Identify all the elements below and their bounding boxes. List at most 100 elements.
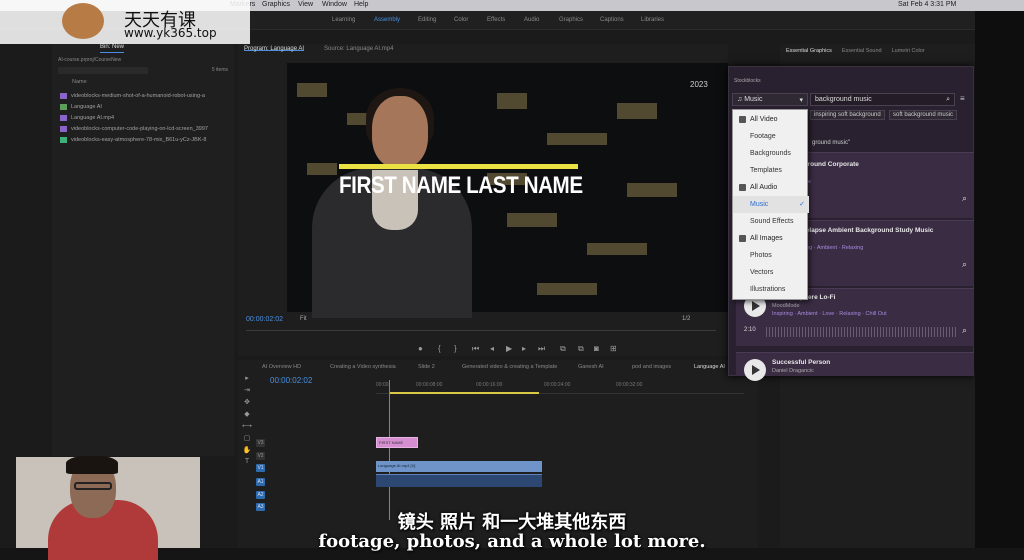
tab-lumetri-color[interactable]: Lumetri Color [892,48,925,54]
program-timecode[interactable]: 00:00:02:02 [246,316,283,323]
timeline-timecode[interactable]: 00:00:02:02 [270,376,312,385]
track-v2: V2 [256,451,374,461]
result-title: Successful Person [772,359,831,366]
track-label[interactable]: V1 [256,464,265,472]
category-select[interactable]: ♫ Music ▾ [732,93,808,106]
tab-sequence-5[interactable]: pod and images [632,364,671,370]
tab-sequence-4[interactable]: Ganesh AI [578,364,604,370]
track-select-icon[interactable]: ⇥ [242,386,252,396]
tab-sequence-overview[interactable]: AI Overview HD [262,364,301,370]
hand-icon[interactable]: ✋ [242,446,252,456]
audio-waveform[interactable] [766,327,956,337]
dropdown-item-sound-effects[interactable]: Sound Effects [733,213,809,230]
extract-icon[interactable]: ⧉ [578,344,584,354]
workspace-graphics[interactable]: Graphics [559,17,583,23]
workspace-effects[interactable]: Effects [487,17,505,23]
step-back-icon[interactable]: ⏮ [472,344,479,354]
file-name: Language AI.mp4 [71,114,115,121]
selection-tool-icon[interactable]: ▸ [242,374,252,384]
tab-source[interactable]: Source: Language AI.mp4 [324,46,393,52]
ripple-edit-icon[interactable]: ✥ [242,398,252,408]
workspace-color[interactable]: Color [454,17,468,23]
tab-sequence-6[interactable]: Language AI [694,364,725,370]
column-name-header[interactable]: Name [72,79,214,85]
export-frame-icon[interactable]: ◙ [594,344,599,353]
slip-icon[interactable]: ⟷ [242,422,252,432]
dropdown-item-label: Vectors [750,269,774,276]
menu-graphics[interactable]: Graphics [262,1,290,8]
tab-sequence-1[interactable]: Creating a Video synthesia [330,364,396,370]
dropdown-item-all-audio[interactable]: All Audio [733,179,809,196]
dropdown-item-vectors[interactable]: Vectors [733,264,809,281]
menu-help[interactable]: Help [354,1,368,8]
track-label[interactable]: V3 [256,439,265,447]
play-icon[interactable]: ▶ [506,344,512,353]
zoom-dropdown[interactable]: 1/2 [682,316,690,322]
work-area-bar[interactable] [389,392,539,394]
dropdown-item-templates[interactable]: Templates [733,162,809,179]
go-to-in-icon[interactable]: } [454,344,457,353]
workspace-captions[interactable]: Captions [600,17,624,23]
lift-icon[interactable]: ⧉ [560,344,566,354]
track-label[interactable]: A1 [256,478,265,486]
find-similar-icon[interactable]: ⌕ [962,259,967,270]
project-file-row[interactable]: Language AI.mp4 [60,112,234,123]
dropdown-item-label: Music [750,201,769,208]
project-file-row[interactable]: videoblocks-medium-shot-of-a-humanoid-ro… [60,90,234,101]
razor-icon[interactable]: ◆ [242,410,252,420]
settings-icon[interactable]: ⊞ [610,344,617,353]
type-tool-icon[interactable]: T [242,458,252,468]
dropdown-item-footage[interactable]: Footage [733,128,809,145]
dropdown-item-photos[interactable]: Photos [733,247,809,264]
find-similar-icon[interactable]: ⌕ [962,325,967,336]
mark-out-icon[interactable]: { [438,344,441,353]
track-label[interactable]: A2 [256,491,265,499]
project-file-row[interactable]: videoblocks-computer-code-playing-on-lcd… [60,123,234,134]
workspace-editing[interactable]: Editing [418,17,436,23]
search-chip[interactable]: inspiring soft background [810,110,885,120]
find-similar-icon[interactable]: ⌕ [962,193,967,204]
scrub-bar[interactable] [246,330,716,331]
dropdown-item-illustrations[interactable]: Illustrations [733,281,809,298]
tab-essential-sound[interactable]: Essential Sound [842,48,882,54]
filter-icon[interactable]: ≡ [960,94,965,103]
track-label[interactable]: V2 [256,452,265,460]
dropdown-item-all-images[interactable]: All Images [733,230,809,247]
dropdown-item-music[interactable]: Music ✓ [733,196,809,213]
search-icon[interactable]: ⌕ [946,96,950,104]
pen-icon[interactable]: ▢ [242,434,252,444]
frame-back-icon[interactable]: ◂ [490,344,494,353]
tab-essential-graphics[interactable]: Essential Graphics [786,48,832,54]
file-type-icon [60,103,67,110]
stock-search-input[interactable]: background music ⌕ [810,93,955,106]
tab-program[interactable]: Program: Language AI [244,46,305,52]
workspace-assembly[interactable]: Assembly [374,17,400,23]
playhead[interactable] [389,380,390,520]
dropdown-item-backgrounds[interactable]: Backgrounds [733,145,809,162]
video-clip[interactable]: Language AI.mp4 [V] [376,461,542,472]
tab-sequence-2[interactable]: Slide 2 [418,364,435,370]
workspace-learning[interactable]: Learning [332,17,355,23]
audio-clip[interactable] [376,474,542,487]
lower-third-text[interactable]: FIRST NAME LAST NAME [339,172,583,200]
search-input[interactable] [58,67,148,74]
tab-sequence-3[interactable]: Generated video & creating a Template [462,364,557,370]
mark-in-icon[interactable]: ● [418,344,423,353]
bear-logo-icon [62,3,104,39]
menu-view[interactable]: View [298,1,313,8]
tab-bin-new[interactable]: Bin: New [100,44,125,53]
play-preview-icon[interactable] [744,359,766,381]
title-clip[interactable]: FIRST NAME [376,437,418,448]
result-card[interactable]: Successful Person Daniel Dragancic [736,352,974,381]
frame-forward-icon[interactable]: ▸ [522,344,526,353]
dropdown-item-all-video[interactable]: All Video [733,111,809,128]
step-forward-icon[interactable]: ⏭ [538,344,545,354]
workspace-libraries[interactable]: Libraries [641,17,664,23]
fit-dropdown[interactable]: Fit [300,316,307,322]
workspace-audio[interactable]: Audio [524,17,539,23]
track-a1: A1 [256,477,374,487]
project-file-row[interactable]: Language AI [60,101,234,112]
search-chip[interactable]: soft background music [889,110,958,120]
project-file-row[interactable]: videoblocks-easy-atmosphere-78-mix_B61u-… [60,134,234,145]
menu-window[interactable]: Window [322,1,347,8]
